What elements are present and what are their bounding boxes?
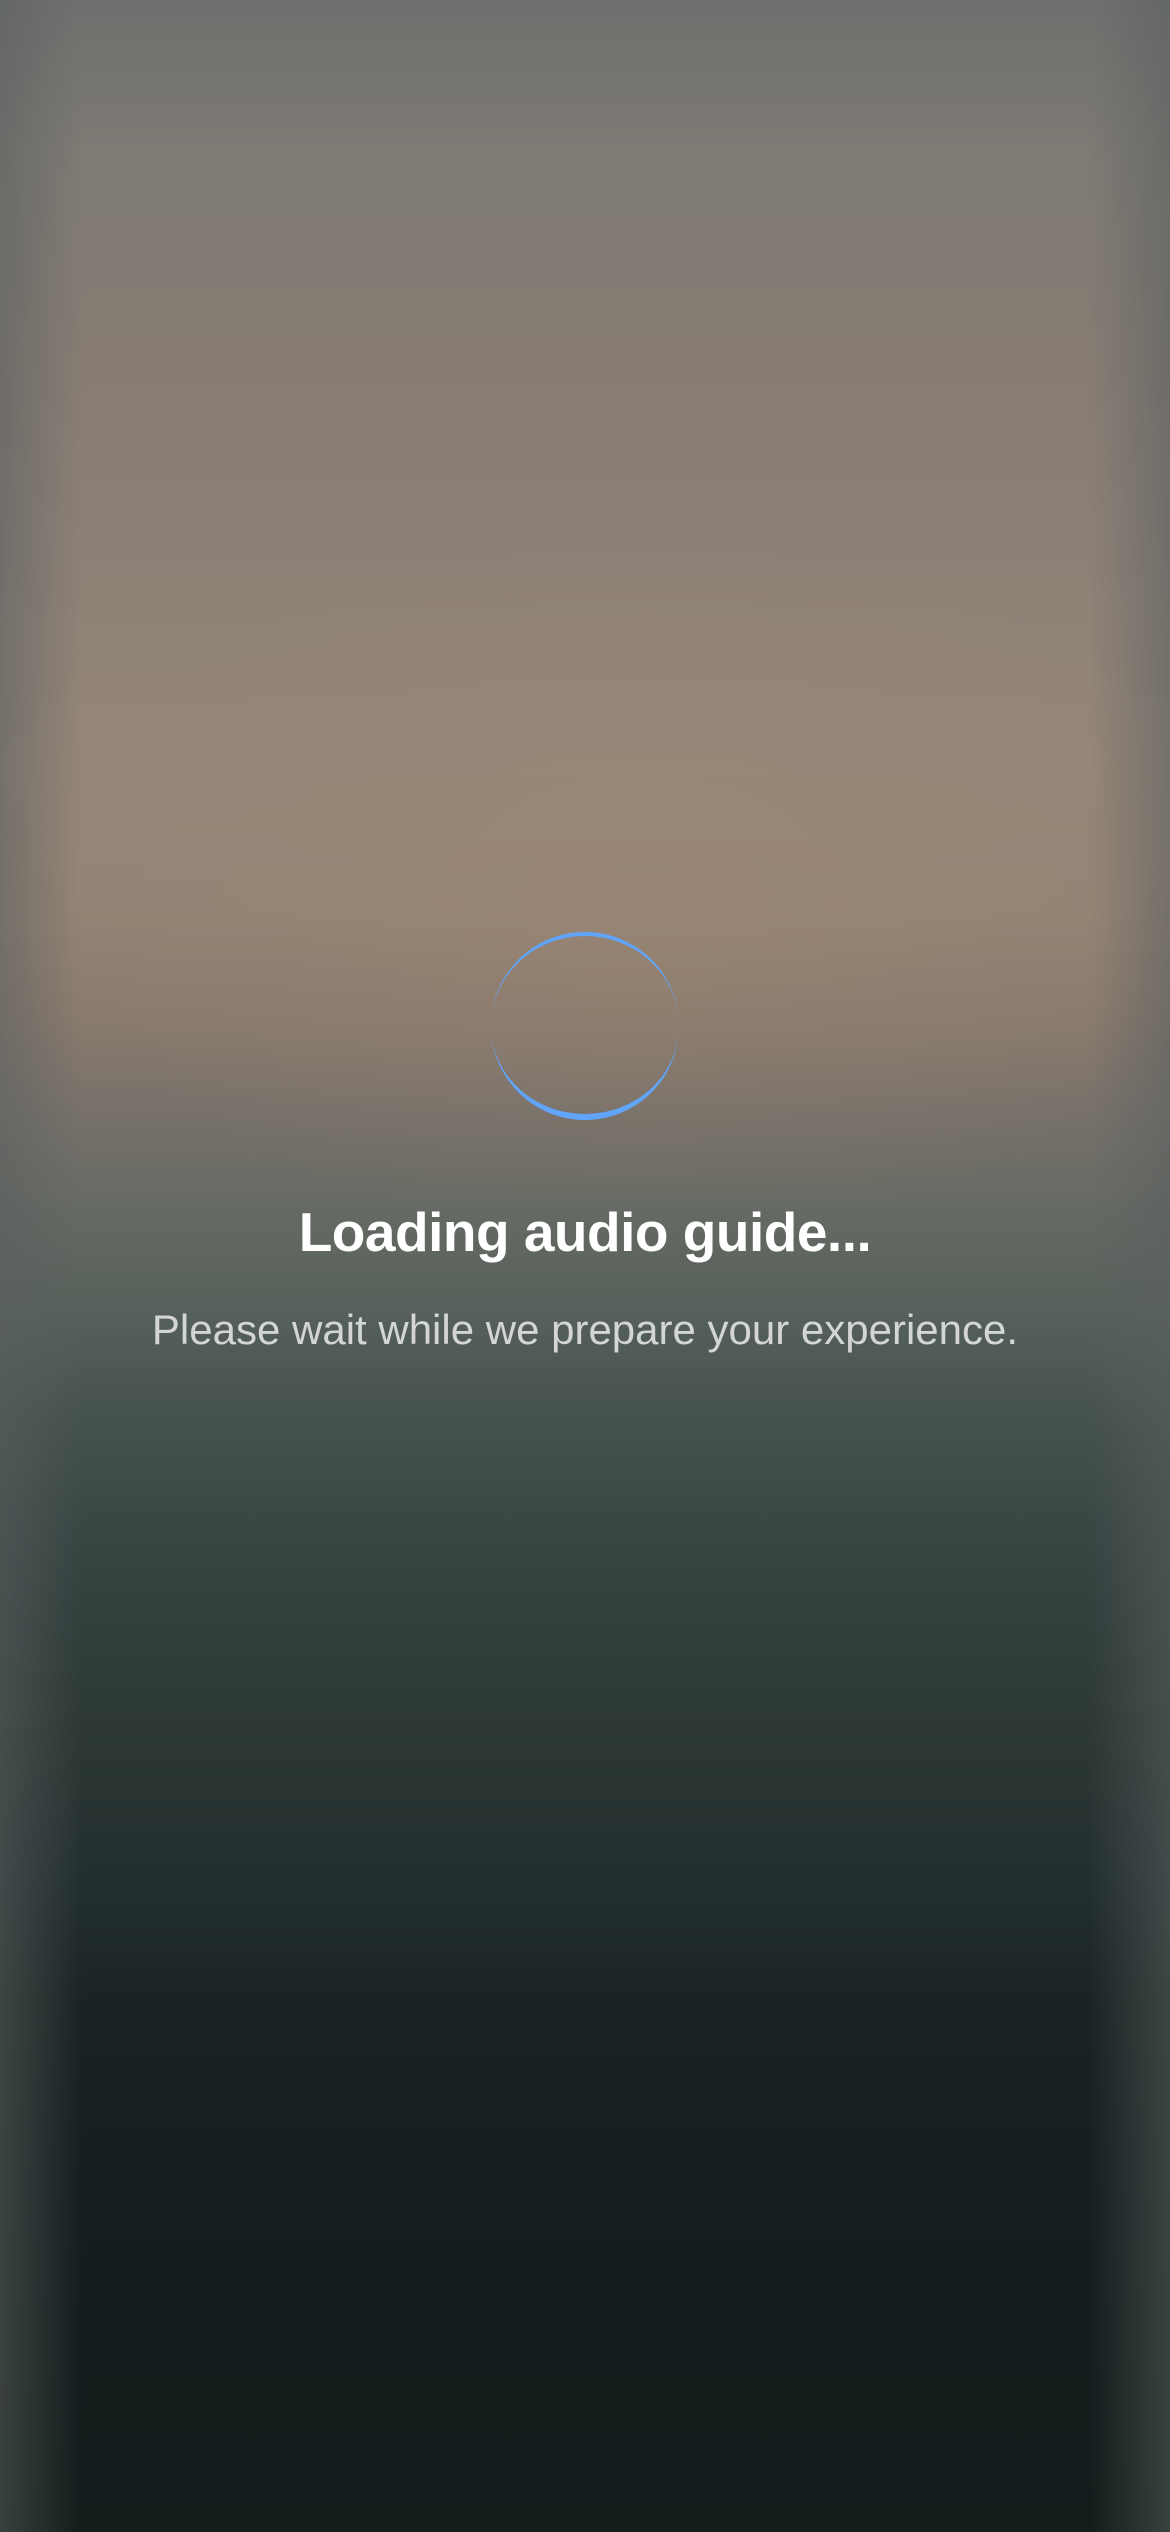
loading-message: Please wait while we prepare your experi… <box>151 1306 1019 1353</box>
loading-title: Loading audio guide... <box>298 1201 872 1263</box>
loading-screen: Loading audio guide... Please wait while… <box>0 0 1170 2532</box>
loading-spinner-icon <box>491 932 679 1120</box>
